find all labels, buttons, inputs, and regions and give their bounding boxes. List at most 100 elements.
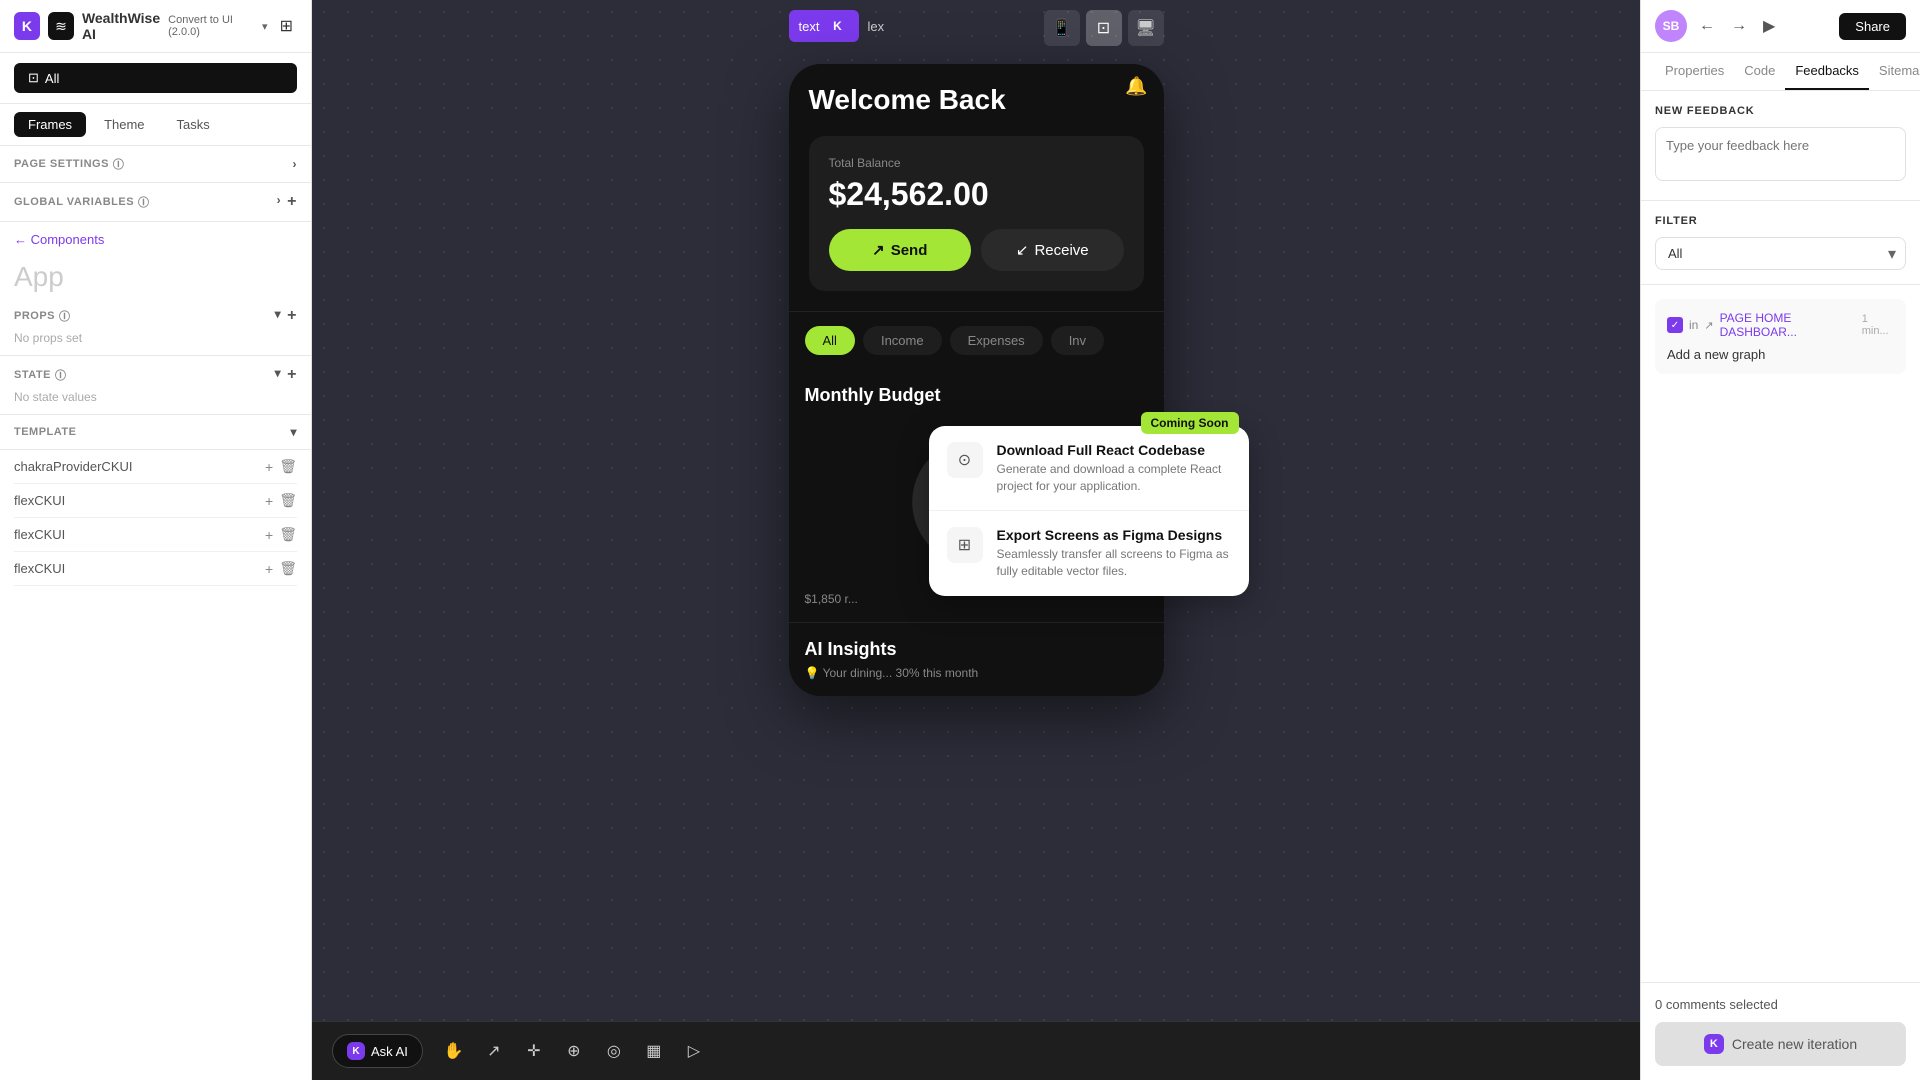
phone-content: Welcome Back 🔔 Total Balance $24,562.00 … <box>789 64 1164 696</box>
feedback-textarea[interactable] <box>1655 127 1906 181</box>
figma-icon: ⊞ <box>947 527 983 563</box>
tab-code[interactable]: Code <box>1734 53 1785 90</box>
lightbulb-icon: 💡 <box>805 666 820 680</box>
back-nav-btn[interactable]: ← <box>1695 13 1719 39</box>
right-tabs: Properties Code Feedbacks Sitemap <box>1641 53 1920 91</box>
popup-item-title: Download Full React Codebase <box>997 442 1231 458</box>
no-state-text: No state values <box>14 384 297 404</box>
info-icon-gv: ⓘ <box>138 194 150 210</box>
template-delete-icon[interactable]: 🗑 <box>279 560 297 577</box>
tablet-device-btn[interactable]: ⊡ <box>1086 10 1122 46</box>
template-add-icon[interactable]: + <box>265 561 273 577</box>
props-toggle[interactable]: ▾ <box>275 307 282 325</box>
play-nav-btn[interactable]: ▶ <box>1759 12 1779 40</box>
create-iteration-button[interactable]: K Create new iteration <box>1655 1022 1906 1066</box>
template-delete-icon[interactable]: 🗑 <box>279 458 297 475</box>
state-add[interactable]: + <box>287 366 297 384</box>
hand-tool-btn[interactable]: ✋ <box>437 1034 471 1068</box>
global-variables-toggle[interactable]: › <box>277 193 282 211</box>
add-tool-btn[interactable]: ✛ <box>517 1034 551 1068</box>
tabs-row: Frames Theme Tasks <box>0 104 311 146</box>
filter-tab-inv[interactable]: Inv <box>1051 326 1104 355</box>
grid-tool-btn[interactable]: ▦ <box>637 1034 671 1068</box>
template-add-icon[interactable]: + <box>265 493 273 509</box>
filter-tab-expenses[interactable]: Expenses <box>950 326 1043 355</box>
mobile-device-btn[interactable]: 📱 <box>1044 10 1080 46</box>
new-feedback-title: NEW FEEDBACK <box>1655 105 1906 117</box>
tab-feedbacks[interactable]: Feedbacks <box>1785 53 1869 90</box>
template-add-icon[interactable]: + <box>265 527 273 543</box>
convert-btn[interactable]: ⊡ All <box>14 63 297 93</box>
template-delete-icon[interactable]: 🗑 <box>279 526 297 543</box>
template-delete-icon[interactable]: 🗑 <box>279 492 297 509</box>
popup-card: Coming Soon ⊙ Download Full React Codeba… <box>929 426 1249 596</box>
main-canvas: text K lex 📱 ⊡ 🖥 Welcome Back 🔔 Total Ba… <box>312 0 1640 1080</box>
feedback-checkbox[interactable]: ✓ <box>1667 317 1683 333</box>
global-variables-add[interactable]: + <box>287 193 297 211</box>
page-settings-section: PAGE SETTINGS ⓘ › <box>0 146 311 183</box>
coming-soon-badge: Coming Soon <box>1141 412 1239 434</box>
version-dropdown[interactable]: Convert to UI (2.0.0) ▾ <box>168 14 267 38</box>
list-item: flexCKUI + 🗑 <box>14 552 297 586</box>
props-add[interactable]: + <box>287 307 297 325</box>
list-item: chakraProviderCKUI + 🗑 <box>14 450 297 484</box>
tab-tasks[interactable]: Tasks <box>163 112 224 137</box>
balance-label: Total Balance <box>829 156 1124 170</box>
pointer-tool-btn[interactable]: ↗ <box>477 1034 511 1068</box>
notification-bell[interactable]: 🔔 <box>1125 76 1147 97</box>
app-name: WealthWise AI <box>82 10 160 42</box>
filter-select[interactable]: All <box>1655 237 1906 270</box>
popup-item-figma[interactable]: ⊞ Export Screens as Figma Designs Seamle… <box>929 511 1249 596</box>
state-toggle[interactable]: ▾ <box>275 366 282 384</box>
ai-insights-text: 💡 Your dining... 30% this month <box>805 666 1148 680</box>
template-toggle[interactable]: ▾ <box>290 425 297 439</box>
tab-sitemap[interactable]: Sitemap <box>1869 53 1920 90</box>
no-props-text: No props set <box>14 325 297 345</box>
convert-btn-row: ⊡ All <box>0 53 311 104</box>
popup-item-title-2: Export Screens as Figma Designs <box>997 527 1231 543</box>
feedback-list: ✓ in ↗ PAGE HOME DASHBOAR... 1 min... Ad… <box>1641 285 1920 982</box>
component-tool-btn[interactable]: ⊕ <box>557 1034 591 1068</box>
ai-insights-title: AI Insights <box>805 639 1148 660</box>
forward-nav-btn[interactable]: → <box>1727 13 1751 39</box>
info-icon-state: ⓘ <box>55 367 67 383</box>
popup-item-react[interactable]: ⊙ Download Full React Codebase Generate … <box>929 426 1249 512</box>
text-badge[interactable]: text K <box>789 10 860 42</box>
template-header: TEMPLATE ▾ <box>14 425 297 439</box>
phone-frame: Welcome Back 🔔 Total Balance $24,562.00 … <box>789 64 1164 696</box>
filter-tab-income[interactable]: Income <box>863 326 942 355</box>
ask-ai-button[interactable]: K Ask AI <box>332 1034 423 1068</box>
template-add-icon[interactable]: + <box>265 459 273 475</box>
popup-overlay: Coming Soon ⊙ Download Full React Codeba… <box>929 426 1249 596</box>
comment-tool-btn[interactable]: ◎ <box>597 1034 631 1068</box>
props-section: PROPS ⓘ ▾ + No props set <box>0 297 311 356</box>
sidebar-header: K ≋ WealthWise AI Convert to UI (2.0.0) … <box>0 0 311 53</box>
feedback-item: ✓ in ↗ PAGE HOME DASHBOAR... 1 min... Ad… <box>1655 299 1906 374</box>
tab-properties[interactable]: Properties <box>1655 53 1734 90</box>
app-label: App <box>0 257 311 297</box>
external-link-icon: ↗ <box>1704 319 1713 332</box>
filter-tab-all[interactable]: All <box>805 326 855 355</box>
tab-theme[interactable]: Theme <box>90 112 158 137</box>
receive-button[interactable]: ↙ Receive <box>981 229 1124 271</box>
tab-frames[interactable]: Frames <box>14 112 86 137</box>
phone-header: Welcome Back 🔔 Total Balance $24,562.00 … <box>789 64 1164 312</box>
feedback-page-link[interactable]: PAGE HOME DASHBOAR... <box>1720 311 1856 339</box>
desktop-device-btn[interactable]: 🖥 <box>1128 10 1164 46</box>
layout-icon[interactable]: ⊞ <box>276 12 297 40</box>
welcome-text: Welcome Back <box>809 84 1144 116</box>
global-variables-section: GLOBAL VARIABLES ⓘ › + <box>0 183 311 222</box>
filter-section-title: FILTER <box>1655 215 1906 227</box>
send-button[interactable]: ↗ Send <box>829 229 972 271</box>
page-settings-toggle[interactable]: › <box>293 157 298 171</box>
share-button[interactable]: Share <box>1839 13 1906 40</box>
logo-icon: ≋ <box>48 12 74 40</box>
play-tool-btn[interactable]: ▷ <box>677 1034 711 1068</box>
components-link[interactable]: ← Components <box>0 222 311 257</box>
left-sidebar: K ≋ WealthWise AI Convert to UI (2.0.0) … <box>0 0 312 1080</box>
filter-tabs: All Income Expenses Inv <box>789 312 1164 369</box>
template-section: TEMPLATE ▾ <box>0 415 311 450</box>
feedback-item-header: ✓ in ↗ PAGE HOME DASHBOAR... 1 min... <box>1667 311 1894 339</box>
global-variables-header: GLOBAL VARIABLES ⓘ › + <box>14 193 297 211</box>
logo-k-icon: K <box>14 12 40 40</box>
